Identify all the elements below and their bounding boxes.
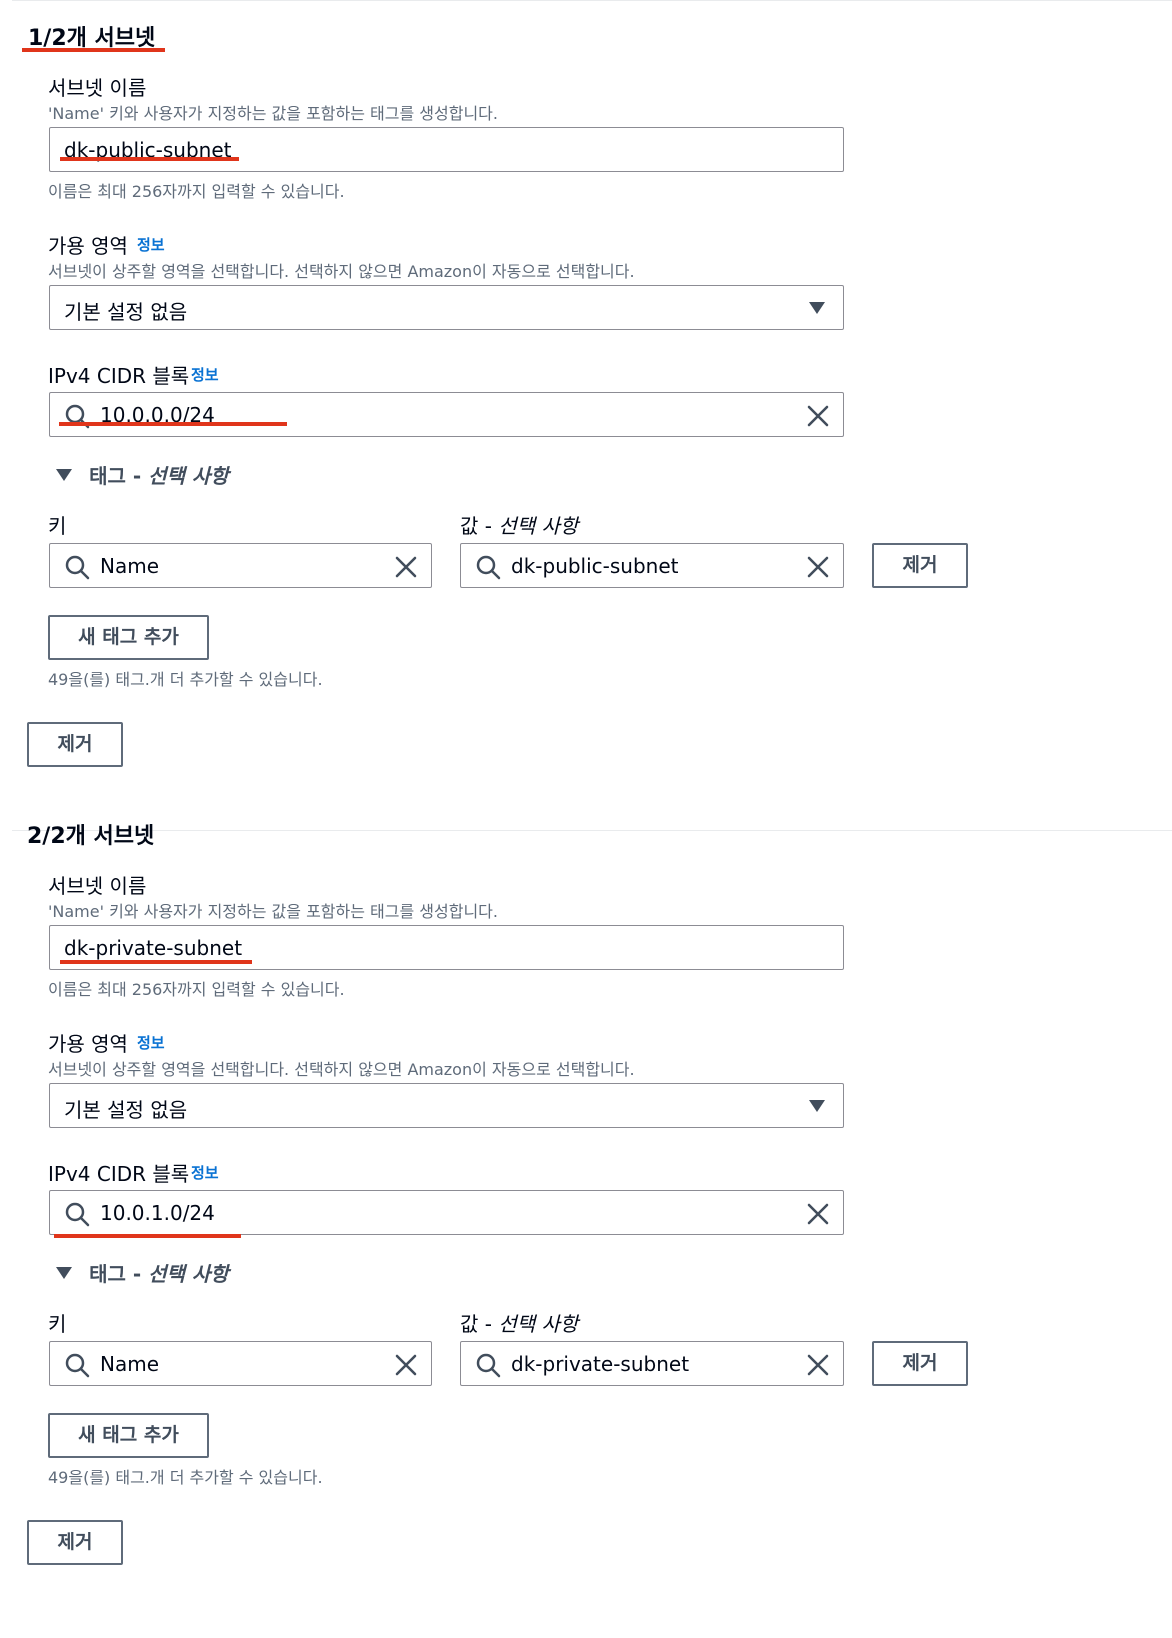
az-select[interactable]: 기본 설정 없음 <box>49 1083 844 1128</box>
cidr-info-link[interactable]: 정보 <box>191 1162 219 1183</box>
clear-icon[interactable] <box>806 555 830 579</box>
search-icon <box>65 1202 90 1227</box>
tags-remaining-text: 49을(를) 태그.개 더 추가할 수 있습니다. <box>48 670 323 689</box>
tag-key-label: 키 <box>48 514 67 538</box>
tag-key-input[interactable]: Name <box>49 543 432 588</box>
tags-remaining-text: 49을(를) 태그.개 더 추가할 수 있습니다. <box>48 1468 323 1487</box>
az-info-link[interactable]: 정보 <box>137 1032 165 1053</box>
remove-subnet-button[interactable]: 제거 <box>27 722 123 767</box>
tag-value-label-optional: 선택 사항 <box>498 514 579 538</box>
az-description: 서브넷이 상주할 영역을 선택합니다. 선택하지 않으면 Amazon이 자동으… <box>48 1060 635 1079</box>
add-tag-button[interactable]: 새 태그 추가 <box>48 1413 209 1458</box>
tags-toggle-optional: 선택 사항 <box>148 1262 229 1286</box>
cidr-annotation-underline <box>59 422 287 426</box>
search-icon <box>65 555 90 580</box>
subnet-name-description: 'Name' 키와 사용자가 지정하는 값을 포함하는 태그를 생성합니다. <box>48 104 498 123</box>
tag-value-label-prefix: 값 - <box>460 1312 499 1336</box>
cidr-label: IPv4 CIDR 블록 <box>48 1162 190 1186</box>
tag-value-label-prefix: 값 - <box>460 514 499 538</box>
cidr-input[interactable]: 10.0.1.0/24 <box>49 1190 844 1235</box>
title-annotation-underline <box>22 48 165 52</box>
subnet-name-value: dk-private-subnet <box>64 936 243 960</box>
cidr-annotation-underline <box>54 1234 241 1238</box>
tag-key-value: Name <box>100 554 160 578</box>
tag-key-value: Name <box>100 1352 160 1376</box>
cidr-value: 10.0.1.0/24 <box>100 1201 215 1225</box>
subnet-section-2: 2/2개 서브넷 서브넷 이름 'Name' 키와 사용자가 지정하는 값을 포… <box>0 824 1172 1638</box>
tags-toggle-optional: 선택 사항 <box>148 464 229 488</box>
tag-key-input[interactable]: Name <box>49 1341 432 1386</box>
tag-value-input[interactable]: dk-public-subnet <box>460 543 844 588</box>
az-selected-value: 기본 설정 없음 <box>64 1098 188 1122</box>
tags-toggle-prefix: 태그 - <box>89 464 149 488</box>
search-icon <box>476 1353 501 1378</box>
subnet-name-annotation-underline <box>60 157 239 161</box>
subnet-name-input[interactable]: dk-public-subnet <box>49 127 844 172</box>
clear-icon[interactable] <box>806 404 830 428</box>
az-label: 가용 영역 <box>48 1032 128 1056</box>
tag-value-label: 값 - 선택 사항 <box>460 1308 578 1337</box>
subnet-section-1: 1/2개 서브넷 서브넷 이름 'Name' 키와 사용자가 지정하는 값을 포… <box>0 0 1172 830</box>
clear-icon[interactable] <box>806 1202 830 1226</box>
search-icon <box>65 1353 90 1378</box>
caret-down-icon <box>809 1100 825 1112</box>
clear-icon[interactable] <box>394 555 418 579</box>
subnet-name-annotation-underline <box>60 960 252 964</box>
cidr-label: IPv4 CIDR 블록 <box>48 364 190 388</box>
tag-value-label-optional: 선택 사항 <box>498 1312 579 1336</box>
remove-tag-button[interactable]: 제거 <box>872 1341 968 1386</box>
tags-expand-toggle[interactable]: 태그 - 선택 사항 <box>56 460 229 489</box>
search-icon <box>476 555 501 580</box>
tag-value-value: dk-private-subnet <box>511 1352 690 1376</box>
subnet-name-label: 서브넷 이름 <box>48 76 147 100</box>
caret-down-icon <box>809 302 825 314</box>
az-info-link[interactable]: 정보 <box>137 234 165 255</box>
tag-value-value: dk-public-subnet <box>511 554 679 578</box>
section-divider <box>12 830 1172 831</box>
subnet-name-hint: 이름은 최대 256자까지 입력할 수 있습니다. <box>48 182 345 201</box>
cidr-info-link[interactable]: 정보 <box>191 364 219 385</box>
tags-toggle-prefix: 태그 - <box>89 1262 149 1286</box>
remove-tag-button[interactable]: 제거 <box>872 543 968 588</box>
clear-icon[interactable] <box>806 1353 830 1377</box>
caret-down-icon <box>56 468 72 481</box>
subnet-name-label: 서브넷 이름 <box>48 874 147 898</box>
tags-expand-toggle[interactable]: 태그 - 선택 사항 <box>56 1258 229 1287</box>
cidr-input[interactable]: 10.0.0.0/24 <box>49 392 844 437</box>
caret-down-icon <box>56 1266 72 1279</box>
az-description: 서브넷이 상주할 영역을 선택합니다. 선택하지 않으면 Amazon이 자동으… <box>48 262 635 281</box>
tag-value-input[interactable]: dk-private-subnet <box>460 1341 844 1386</box>
az-selected-value: 기본 설정 없음 <box>64 300 188 324</box>
clear-icon[interactable] <box>394 1353 418 1377</box>
subnet-name-hint: 이름은 최대 256자까지 입력할 수 있습니다. <box>48 980 345 999</box>
subnet-title: 2/2개 서브넷 <box>27 824 155 849</box>
remove-subnet-button[interactable]: 제거 <box>27 1520 123 1565</box>
az-select[interactable]: 기본 설정 없음 <box>49 285 844 330</box>
tag-key-label: 키 <box>48 1312 67 1336</box>
tag-value-label: 값 - 선택 사항 <box>460 510 578 539</box>
subnet-name-description: 'Name' 키와 사용자가 지정하는 값을 포함하는 태그를 생성합니다. <box>48 902 498 921</box>
add-tag-button[interactable]: 새 태그 추가 <box>48 615 209 660</box>
az-label: 가용 영역 <box>48 234 128 258</box>
